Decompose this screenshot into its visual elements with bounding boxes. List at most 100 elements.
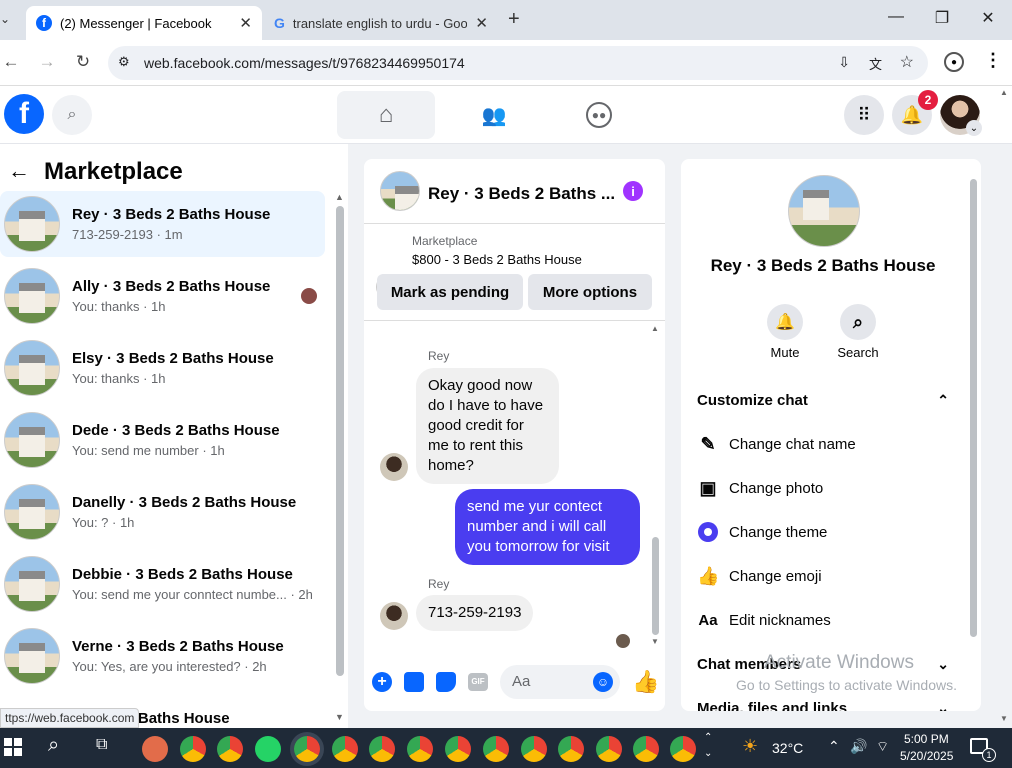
chrome-icon[interactable] xyxy=(445,736,471,762)
conversation-item[interactable]: Danelly · 3 Beds 2 Baths House You: ? · 1… xyxy=(0,479,325,545)
scrollbar[interactable] xyxy=(336,206,344,676)
maximize-icon[interactable]: ❐ xyxy=(922,8,962,32)
conversation-item[interactable]: Verne · 3 Beds 2 Baths House You: Yes, ar… xyxy=(0,623,325,689)
chrome-icon[interactable] xyxy=(483,736,509,762)
chat-title[interactable]: Rey · 3 Beds 2 Baths ... xyxy=(428,184,615,204)
conversation-item[interactable]: Ally · 3 Beds 2 Baths House You: thanks ·… xyxy=(0,263,325,329)
conversation-item[interactable]: Elsy · 3 Beds 2 Baths House You: thanks ·… xyxy=(0,335,325,401)
page-scroll-down-icon[interactable]: ▼ xyxy=(1000,714,1008,723)
conversation-item[interactable]: Dede · 3 Beds 2 Baths House You: send me … xyxy=(0,407,325,473)
volume-icon[interactable]: 🔊 xyxy=(850,738,867,755)
chat-avatar[interactable] xyxy=(380,171,420,211)
clock-time[interactable]: 5:00 PM xyxy=(904,732,949,746)
tab-messenger[interactable]: f (2) Messenger | Facebook ✕ xyxy=(26,6,262,40)
clock-date[interactable]: 5/20/2025 xyxy=(900,749,953,763)
chrome-icon[interactable] xyxy=(596,736,622,762)
messages-scrollbar[interactable] xyxy=(652,537,659,635)
scroll-down-icon[interactable]: ▼ xyxy=(335,712,344,722)
new-tab-icon[interactable]: + xyxy=(508,8,520,31)
chrome-icon[interactable] xyxy=(633,736,659,762)
back-icon[interactable]: ← xyxy=(0,52,22,72)
change-emoji-option[interactable]: 👍 Change emoji xyxy=(697,556,822,596)
more-options-button[interactable]: More options xyxy=(528,274,652,310)
minimize-icon[interactable]: — xyxy=(876,8,916,32)
gif-icon[interactable]: GIF xyxy=(468,673,488,691)
close-tab-icon[interactable]: ✕ xyxy=(475,14,488,32)
nav-friends[interactable]: 👥 xyxy=(445,91,543,139)
account-chevron-icon[interactable]: ⌄ xyxy=(966,120,982,136)
emoji-icon[interactable]: ☺ xyxy=(593,672,613,692)
task-view-icon[interactable]: ⧉ xyxy=(96,736,107,754)
conversation-item[interactable]: Debbie · 3 Beds 2 Baths House You: send m… xyxy=(0,551,325,617)
search-icon[interactable]: ⌕ xyxy=(840,304,876,340)
url-field[interactable]: ⚙ web.facebook.com/messages/t/9768234469… xyxy=(108,46,928,80)
windows-start-icon[interactable] xyxy=(4,738,22,756)
home-icon: ⌂ xyxy=(378,101,394,128)
scroll-up-icon[interactable]: ▲ xyxy=(335,192,344,202)
install-app-icon[interactable]: ⇩ xyxy=(838,54,850,71)
message-bubble[interactable]: send me yur contect number and i will ca… xyxy=(455,489,640,565)
tab-translate[interactable]: G translate english to urdu - Goo ✕ xyxy=(264,6,498,40)
bookmark-star-icon[interactable]: ☆ xyxy=(900,52,914,72)
scroll-up-icon[interactable]: ▲ xyxy=(651,324,659,333)
conversation-preview: You: thanks · 1h xyxy=(72,371,166,386)
scroll-down-icon[interactable]: ▼ xyxy=(651,637,659,646)
message-bubble[interactable]: 713-259-2193 xyxy=(416,595,534,631)
add-attachment-icon[interactable]: + xyxy=(372,672,392,692)
tab-list-chevron-icon[interactable]: ⌄ xyxy=(0,12,10,26)
mark-pending-button[interactable]: Mark as pending xyxy=(377,274,523,310)
chrome-icon[interactable] xyxy=(332,736,358,762)
chrome-icon[interactable] xyxy=(558,736,584,762)
customize-chat-header[interactable]: Customize chat ⌃ xyxy=(697,380,949,420)
mute-bell-icon[interactable]: 🔔 xyxy=(767,304,803,340)
chrome-icon[interactable] xyxy=(407,736,433,762)
edit-nicknames-option[interactable]: Aa Edit nicknames xyxy=(697,600,830,640)
site-info-icon[interactable]: ⚙ xyxy=(118,54,130,70)
activate-windows-title: Activate Windows xyxy=(764,652,914,673)
search-icon[interactable]: ⌕ xyxy=(52,95,92,135)
forward-icon[interactable]: → xyxy=(36,52,58,72)
nav-groups[interactable]: ●● xyxy=(550,91,648,139)
gallery-icon[interactable] xyxy=(404,672,424,692)
tab-title: translate english to urdu - Goo xyxy=(292,15,468,31)
change-photo-option[interactable]: ▣ Change photo xyxy=(697,468,823,508)
conversation-preview: You: send me number · 1h xyxy=(72,443,225,458)
info-icon[interactable]: i xyxy=(623,181,643,201)
panel-scrollbar[interactable] xyxy=(970,179,977,637)
translate-icon[interactable]: 文 xyxy=(869,54,882,73)
page-scroll-up-icon[interactable]: ▲ xyxy=(1000,88,1008,97)
chrome-icon[interactable] xyxy=(217,736,243,762)
weather-icon[interactable]: ☀ xyxy=(742,736,758,757)
weather-temp[interactable]: 32°C xyxy=(772,740,803,756)
profile-icon[interactable]: ● xyxy=(944,52,964,72)
whatsapp-icon[interactable] xyxy=(255,736,281,762)
facebook-logo-icon[interactable]: f xyxy=(4,94,44,134)
chrome-icon[interactable] xyxy=(521,736,547,762)
menu-grid-icon[interactable]: ⠿ xyxy=(844,95,884,135)
back-arrow-icon[interactable]: ← xyxy=(8,158,30,184)
listing-label: Marketplace xyxy=(412,234,478,248)
tray-chevron-icon[interactable]: ⌃ xyxy=(828,738,840,755)
chrome-icon[interactable] xyxy=(180,736,206,762)
sender-avatar[interactable] xyxy=(380,453,408,481)
app-icon[interactable] xyxy=(142,736,168,762)
taskbar-search-icon[interactable]: ⌕ xyxy=(48,734,59,757)
like-thumbs-up-icon[interactable]: 👍 xyxy=(632,669,659,695)
listing-title[interactable]: $800 - 3 Beds 2 Baths House xyxy=(412,252,582,267)
conversation-item[interactable]: Rey · 3 Beds 2 Baths House 713-259-2193 ·… xyxy=(0,191,325,257)
taskbar-overflow-icon[interactable]: ⌃ ⌄ xyxy=(704,730,712,762)
nav-home[interactable]: ⌂ xyxy=(337,91,435,139)
browser-menu-icon[interactable]: ⋮ xyxy=(984,50,1002,71)
chrome-icon[interactable] xyxy=(670,736,696,762)
sticker-icon[interactable] xyxy=(436,672,456,692)
chrome-icon[interactable] xyxy=(369,736,395,762)
wifi-icon[interactable]: ⌔ xyxy=(876,738,889,756)
chrome-icon[interactable] xyxy=(294,736,320,762)
change-theme-option[interactable]: Change theme xyxy=(697,512,827,552)
close-window-icon[interactable]: ✕ xyxy=(968,8,1008,32)
reload-icon[interactable]: ↻ xyxy=(72,52,94,72)
close-tab-icon[interactable]: ✕ xyxy=(239,14,252,32)
message-bubble[interactable]: Okay good now do I have to have good cre… xyxy=(416,368,559,484)
sender-avatar[interactable] xyxy=(380,602,408,630)
change-chat-name-option[interactable]: ✎ Change chat name xyxy=(697,424,855,464)
